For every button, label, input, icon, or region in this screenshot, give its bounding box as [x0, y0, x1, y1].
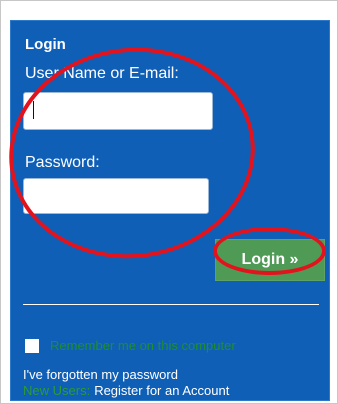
password-input[interactable]	[23, 178, 209, 214]
login-button[interactable]: Login »	[215, 239, 325, 281]
page-frame: Login User Name or E-mail: Password: Log…	[0, 0, 338, 404]
username-input[interactable]	[23, 92, 213, 130]
new-users-line: New Users: Register for an Account	[23, 383, 229, 398]
remember-checkbox[interactable]	[25, 338, 39, 353]
login-panel: Login User Name or E-mail: Password: Log…	[10, 20, 330, 401]
divider	[23, 304, 319, 305]
remember-label[interactable]: Remember me on this computer	[50, 338, 236, 353]
password-label: Password:	[25, 154, 100, 171]
text-cursor	[33, 101, 34, 119]
new-users-label: New Users:	[23, 383, 91, 398]
forgot-password-link[interactable]: I've forgotten my password	[23, 367, 178, 382]
remember-me[interactable]: Remember me on this computer	[25, 338, 236, 353]
register-link[interactable]: Register for an Account	[94, 383, 229, 398]
username-label: User Name or E-mail:	[25, 65, 179, 82]
login-title: Login	[25, 36, 66, 53]
